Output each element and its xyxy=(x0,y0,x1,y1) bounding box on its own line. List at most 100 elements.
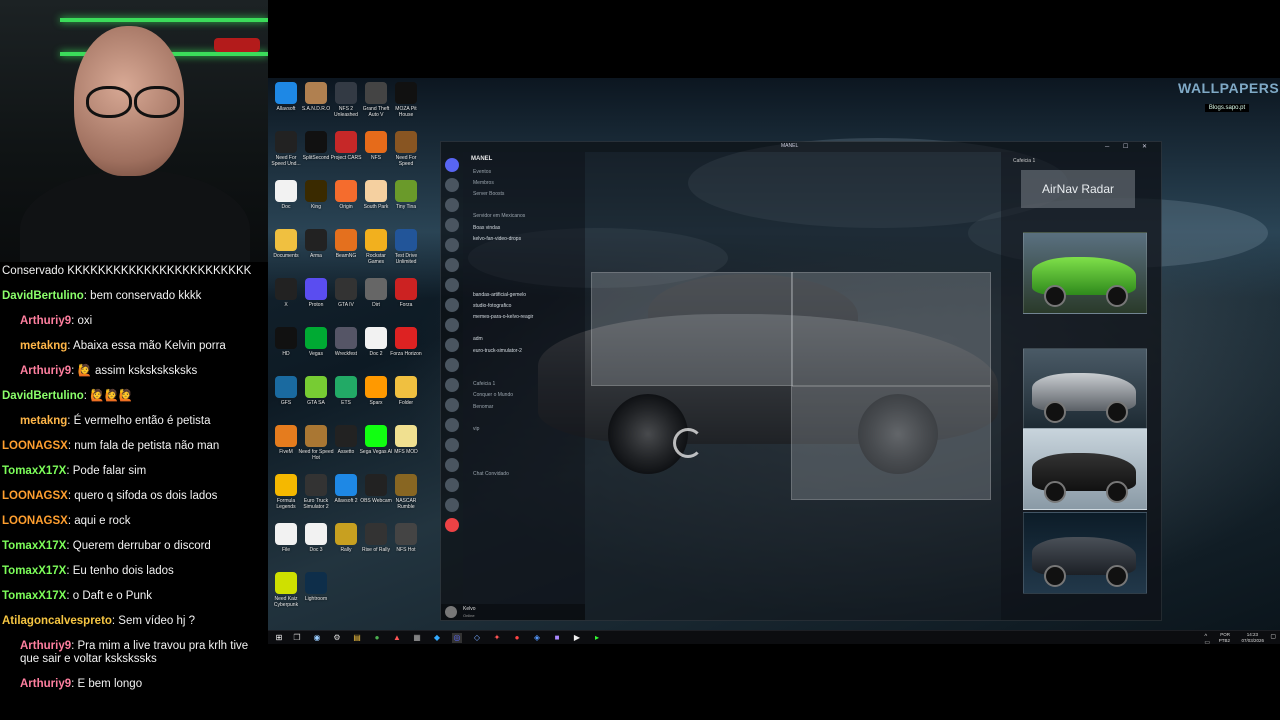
brave-icon[interactable]: ▲ xyxy=(392,633,402,643)
shortcut-icon[interactable] xyxy=(365,425,387,447)
shortcut-icon[interactable] xyxy=(395,82,417,104)
desktop-shortcut[interactable]: Lightroom xyxy=(298,572,334,608)
app-icon[interactable]: ▸ xyxy=(592,633,602,643)
shortcut-icon[interactable] xyxy=(305,376,327,398)
channel-item[interactable] xyxy=(463,412,585,423)
stream-thumbnail[interactable] xyxy=(1023,428,1147,510)
server-icon[interactable] xyxy=(445,198,459,212)
channel-item[interactable]: Cafeicia 1 xyxy=(463,379,585,390)
app-icon[interactable]: ▦ xyxy=(412,633,422,643)
discord-icon[interactable]: ◎ xyxy=(452,633,462,643)
shortcut-icon[interactable] xyxy=(275,572,297,594)
server-icon[interactable] xyxy=(445,238,459,252)
channel-item[interactable]: bandas-artificial-gemelo xyxy=(463,289,585,300)
channel-item[interactable] xyxy=(463,323,585,334)
desktop-shortcut[interactable]: Forza Horizon xyxy=(388,327,424,363)
desktop-shortcut[interactable]: MFS MOD xyxy=(388,425,424,461)
channel-item[interactable]: Eventos xyxy=(463,166,585,177)
chat-username[interactable]: metakng xyxy=(20,340,67,352)
shortcut-icon[interactable] xyxy=(275,327,297,349)
shortcut-icon[interactable] xyxy=(305,180,327,202)
discord-titlebar[interactable]: MANEL ─ ☐ ✕ xyxy=(441,142,1161,152)
server-icon[interactable] xyxy=(445,178,459,192)
app-icon[interactable]: ▶ xyxy=(572,633,582,643)
shortcut-icon[interactable] xyxy=(335,376,357,398)
shortcut-icon[interactable] xyxy=(305,425,327,447)
shortcut-icon[interactable] xyxy=(305,82,327,104)
shortcut-icon[interactable] xyxy=(395,180,417,202)
desktop-shortcut[interactable]: Forza xyxy=(388,278,424,314)
server-icon[interactable] xyxy=(445,258,459,272)
shortcut-icon[interactable] xyxy=(365,180,387,202)
desktop-shortcut[interactable]: MOZA Pit House xyxy=(388,82,424,118)
discord-window[interactable]: MANEL ─ ☐ ✕ MANEL Eventos Membros Server… xyxy=(440,141,1162,621)
server-icon[interactable] xyxy=(445,358,459,372)
channel-item[interactable] xyxy=(463,200,585,211)
shortcut-icon[interactable] xyxy=(395,278,417,300)
chat-username[interactable]: Arthuriy9 xyxy=(20,678,71,690)
channel-item[interactable]: Chat Convidado xyxy=(463,468,585,479)
shortcut-icon[interactable] xyxy=(335,180,357,202)
shortcut-icon[interactable] xyxy=(275,180,297,202)
chat-username[interactable]: Arthuriy9 xyxy=(20,365,71,377)
task-view-icon[interactable]: ❐ xyxy=(292,633,302,643)
app-icon[interactable]: ◈ xyxy=(532,633,542,643)
server-name[interactable]: MANEL xyxy=(463,152,585,166)
stream-tile[interactable] xyxy=(791,272,991,386)
shortcut-icon[interactable] xyxy=(335,425,357,447)
app-icon[interactable]: ◉ xyxy=(312,633,322,643)
shortcut-icon[interactable] xyxy=(275,376,297,398)
server-icon[interactable] xyxy=(445,298,459,312)
app-icon[interactable]: ⚙ xyxy=(332,633,342,643)
shortcut-icon[interactable] xyxy=(395,376,417,398)
chat-username[interactable]: DavidBertulino xyxy=(2,390,84,402)
channel-item[interactable]: euro-truck-simulator-2 xyxy=(463,345,585,356)
shortcut-icon[interactable] xyxy=(275,229,297,251)
channel-item[interactable]: Servidor em Mexicanos xyxy=(463,211,585,222)
channel-item[interactable] xyxy=(463,446,585,457)
notification-icon[interactable]: ▢ xyxy=(1270,634,1276,640)
window-controls[interactable]: ─ ☐ ✕ xyxy=(1105,143,1153,150)
channel-item[interactable] xyxy=(463,356,585,367)
channel-item[interactable] xyxy=(463,267,585,278)
shortcut-icon[interactable] xyxy=(275,82,297,104)
stream-tile[interactable] xyxy=(791,386,991,500)
desktop-shortcut[interactable]: NASCAR Rumble xyxy=(388,474,424,510)
shortcut-icon[interactable] xyxy=(365,327,387,349)
user-panel[interactable]: Kelvo Online xyxy=(441,604,585,620)
shortcut-icon[interactable] xyxy=(275,474,297,496)
channel-item[interactable]: vip xyxy=(463,423,585,434)
shortcut-icon[interactable] xyxy=(335,278,357,300)
server-list[interactable] xyxy=(441,152,463,620)
desktop-shortcut[interactable]: Need For Speed xyxy=(388,131,424,167)
channel-item[interactable] xyxy=(463,435,585,446)
chat-username[interactable]: TomaxX17X xyxy=(2,565,66,577)
chat-username[interactable]: LOONAGSX xyxy=(2,515,68,527)
desktop-shortcut[interactable]: NFS Hot xyxy=(388,523,424,559)
home-icon[interactable] xyxy=(445,158,459,172)
shortcut-icon[interactable] xyxy=(275,131,297,153)
server-icon[interactable] xyxy=(445,218,459,232)
premiere-icon[interactable]: ■ xyxy=(552,633,562,643)
shortcut-icon[interactable] xyxy=(365,82,387,104)
shortcut-icon[interactable] xyxy=(395,474,417,496)
app-icon[interactable]: ✦ xyxy=(492,633,502,643)
chat-username[interactable]: Arthuriy9 xyxy=(20,315,71,327)
shortcut-icon[interactable] xyxy=(395,425,417,447)
channel-item[interactable]: Conquer o Mundo xyxy=(463,390,585,401)
shortcut-icon[interactable] xyxy=(335,327,357,349)
server-icon[interactable] xyxy=(445,418,459,432)
chat-username[interactable]: LOONAGSX xyxy=(2,490,68,502)
stream-thumbnail[interactable] xyxy=(1023,348,1147,430)
chat-username[interactable]: TomaxX17X xyxy=(2,540,66,552)
server-icon[interactable] xyxy=(445,378,459,392)
channel-item[interactable]: Membros xyxy=(463,177,585,188)
channel-item[interactable]: memes-para-o-kelvo-reagir xyxy=(463,311,585,322)
chrome-icon[interactable]: ● xyxy=(372,633,382,643)
channel-item[interactable]: adm xyxy=(463,334,585,345)
server-icon[interactable] xyxy=(445,498,459,512)
shortcut-icon[interactable] xyxy=(365,229,387,251)
shortcut-icon[interactable] xyxy=(395,131,417,153)
channel-item[interactable] xyxy=(463,256,585,267)
shortcut-icon[interactable] xyxy=(335,523,357,545)
